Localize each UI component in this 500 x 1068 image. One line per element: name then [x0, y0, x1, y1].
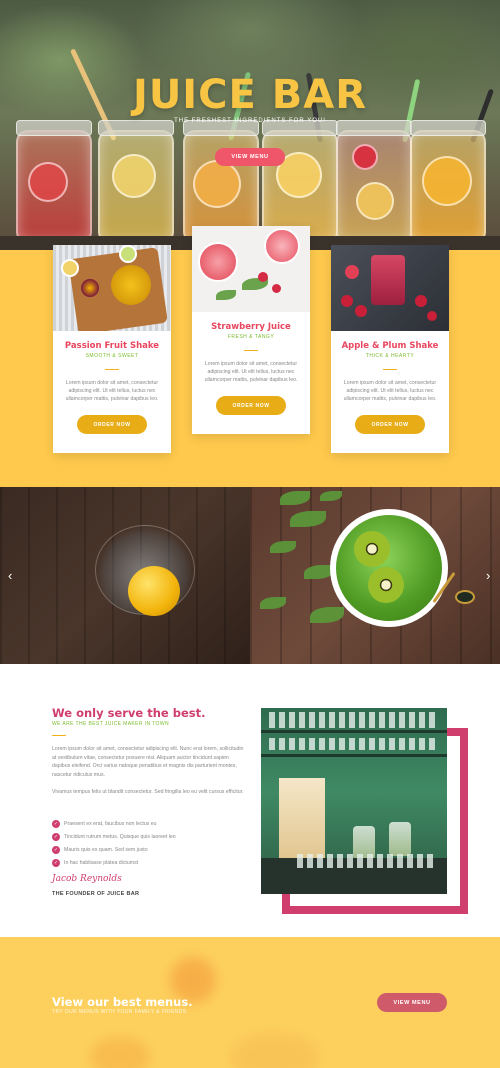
checklist-item: ✓ Mauris quis ex quam. Sed sem justo [52, 845, 148, 854]
product-subtitle: THICK & HEARTY [365, 353, 415, 359]
slider-prev-arrow-icon[interactable]: ‹ [8, 568, 12, 583]
checklist-item: ✓ Praesent ex erat, faucibus non lectus e… [52, 819, 157, 828]
juice-jar-orange-2 [410, 120, 486, 242]
order-now-button[interactable]: ORDER NOW [216, 396, 286, 415]
divider [52, 735, 66, 736]
divider [383, 369, 397, 370]
juice-bar-interior-photo [261, 708, 447, 894]
checklist-item: ✓ Tincidunt rutrum metus. Quisque quis la… [52, 832, 176, 841]
hero-view-menu-button[interactable]: VIEW MENU [215, 148, 285, 166]
cta-view-menu-button[interactable]: VIEW MENU [377, 993, 447, 1012]
about-title: We only serve the best. [52, 706, 206, 720]
feature-checklist: ✓ Praesent ex erat, faucibus non lectus e… [52, 817, 176, 869]
hero-title: JUICE BAR [132, 72, 368, 118]
order-now-button[interactable]: ORDER NOW [77, 415, 147, 434]
kiwi-slice [368, 567, 404, 603]
product-image-strawberry [192, 226, 310, 312]
juice-jar-lemon [98, 120, 174, 242]
check-circle-icon: ✓ [52, 819, 60, 828]
about-paragraph: Vivamus tempus felis ut blandit consecte… [52, 789, 244, 795]
order-now-button[interactable]: ORDER NOW [355, 415, 425, 434]
about-paragraph: Lorem ipsum dolor sit amet, consectetur … [52, 746, 244, 778]
slide-lemon-splash [0, 487, 250, 664]
product-description: Lorem ipsum dolor sit amet, consectetur … [204, 361, 298, 383]
product-title: Apple & Plum Shake [341, 341, 439, 351]
kiwi-slice [354, 531, 390, 567]
cta-subtitle: TRY OUR MENUS WITH YOUR FAMILY & FRIENDS [52, 1009, 187, 1015]
divider [105, 369, 119, 370]
about-subtitle: WE ARE THE BEST JUICE MAKER IN TOWN [52, 721, 169, 727]
product-card-strawberry: Strawberry Juice FRESH & TANGY Lorem ips… [192, 226, 310, 434]
juice-jar-watermelon [16, 120, 92, 242]
cta-title: View our best menus. [52, 995, 193, 1009]
checklist-item: ✓ In hac habitasse platea dictumst [52, 858, 139, 867]
hero-subtitle: THE FRESHEST INGREDIENTS FOR YOU! [174, 118, 326, 124]
hero-section: JUICE BAR THE FRESHEST INGREDIENTS FOR Y… [0, 0, 500, 250]
product-title: Passion Fruit Shake [64, 341, 160, 351]
check-circle-icon: ✓ [52, 832, 60, 841]
founder-signature: Jacob Reynolds [52, 874, 122, 884]
check-circle-icon: ✓ [52, 858, 60, 867]
product-card-apple-plum: Apple & Plum Shake THICK & HEARTY Lorem … [331, 245, 449, 453]
slider-next-arrow-icon[interactable]: › [486, 568, 490, 583]
spoon-head [455, 590, 475, 604]
product-image-apple-plum [331, 245, 449, 331]
product-card-passion-fruit: Passion Fruit Shake SMOOTH & SWEET Lorem… [53, 245, 171, 453]
product-image-passion-fruit [53, 245, 171, 331]
product-description: Lorem ipsum dolor sit amet, consectetur … [343, 380, 437, 402]
product-subtitle: FRESH & TANGY [227, 334, 275, 340]
divider [244, 350, 258, 351]
founder-label: THE FOUNDER OF JUICE BAR [52, 891, 140, 897]
smoothie-bowl [330, 509, 448, 627]
product-title: Strawberry Juice [211, 322, 291, 332]
product-description: Lorem ipsum dolor sit amet, consectetur … [65, 380, 159, 402]
product-subtitle: SMOOTH & SWEET [85, 353, 139, 359]
juice-jar-strawberry [336, 120, 412, 242]
check-circle-icon: ✓ [52, 845, 60, 854]
lemon-image [128, 566, 180, 616]
